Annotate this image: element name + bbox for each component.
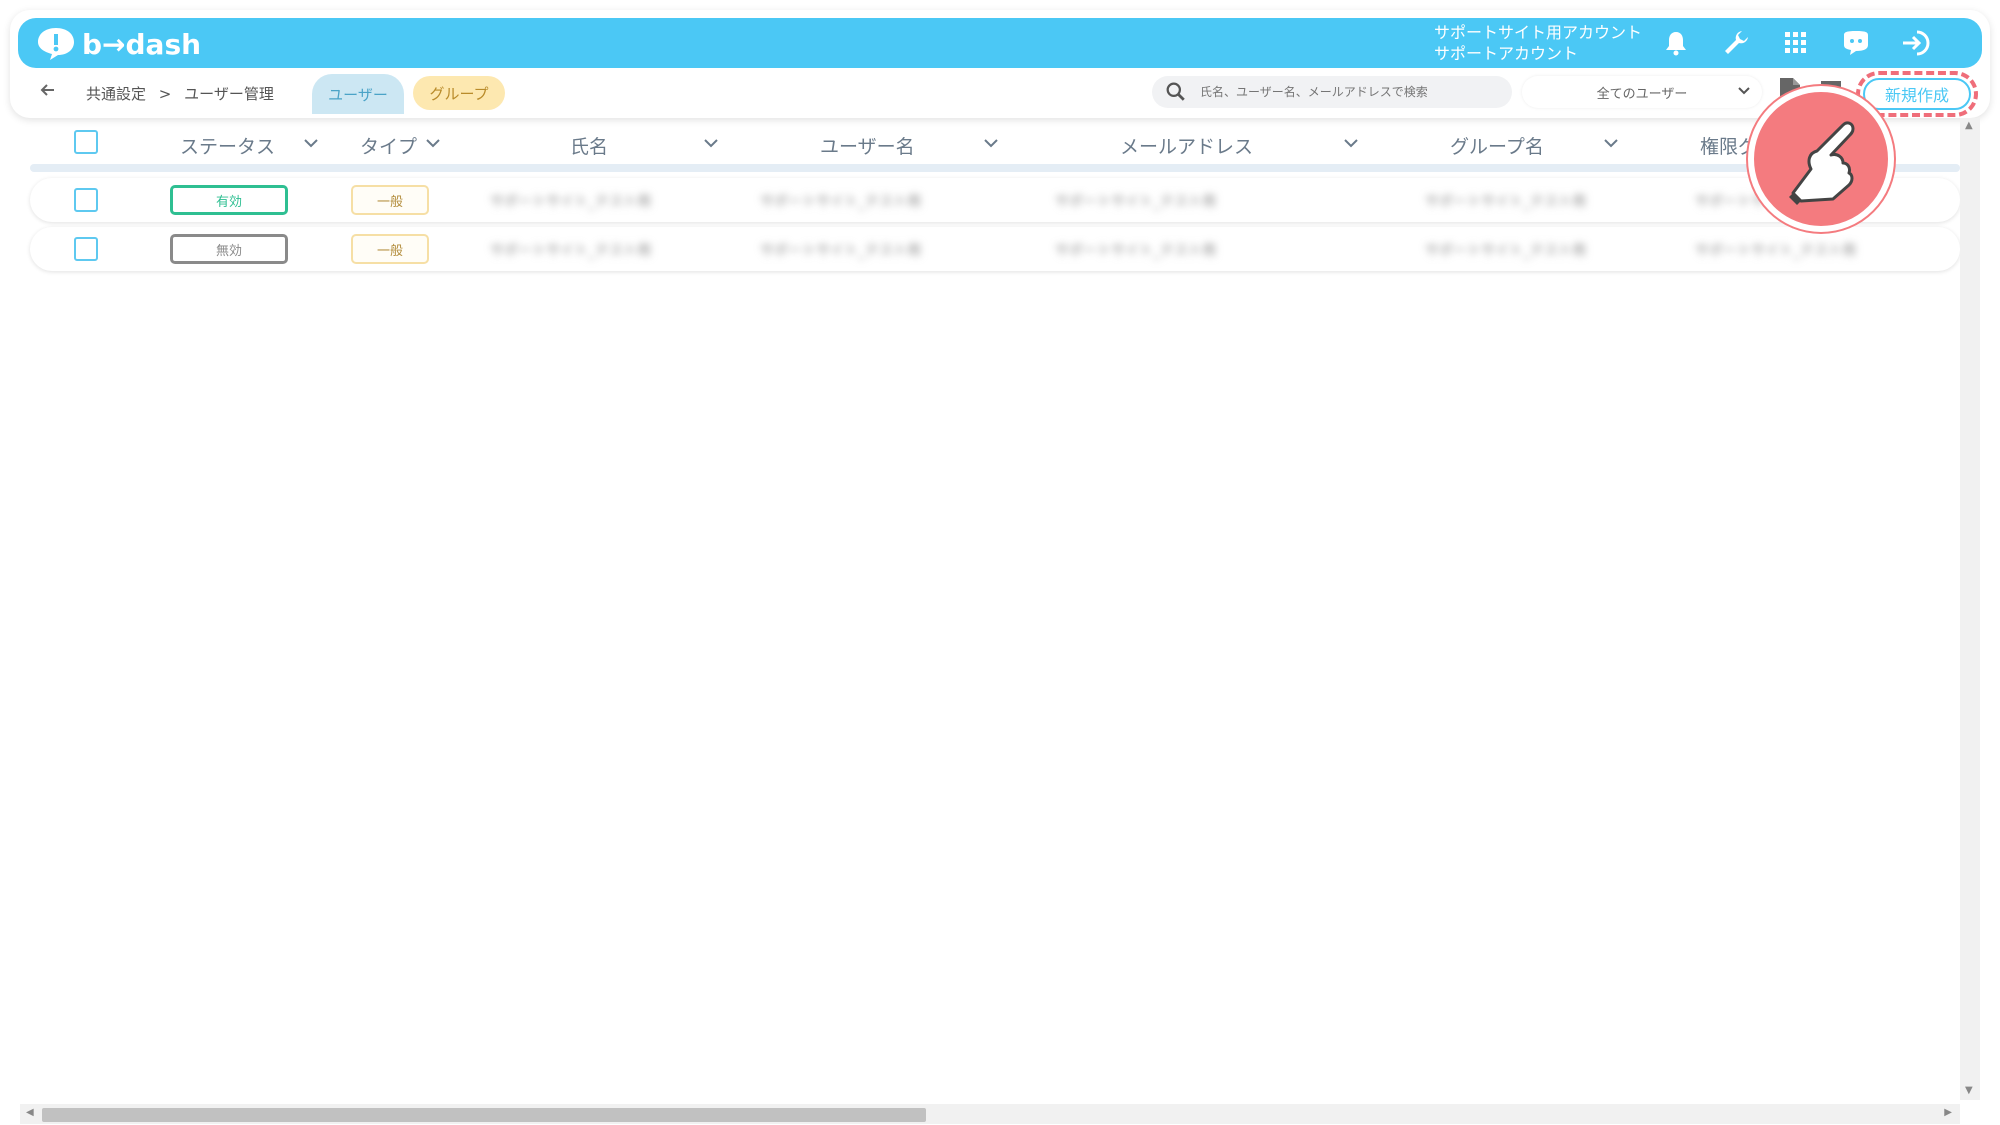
chevron-down-icon[interactable] xyxy=(702,136,720,150)
column-header-name[interactable]: 氏名 xyxy=(570,132,608,159)
select-all-checkbox[interactable] xyxy=(74,130,98,154)
table-header: ステータス タイプ 氏名 ユーザー名 メールアドレス グループ名 権限グ xyxy=(30,120,1960,164)
bell-icon[interactable] xyxy=(1660,27,1692,59)
user-table: ステータス タイプ 氏名 ユーザー名 メールアドレス グループ名 権限グ 有効 … xyxy=(30,120,1960,271)
pointing-hand-icon xyxy=(1748,86,1894,232)
new-create-button[interactable]: 新規作成 xyxy=(1856,71,1978,117)
chevron-down-icon[interactable] xyxy=(302,136,320,150)
search-input[interactable] xyxy=(1198,84,1498,100)
cell-group: サポートサイト_テスト用 xyxy=(1425,243,1586,259)
breadcrumb: 共通設定 > ユーザー管理 xyxy=(86,83,282,104)
wrench-icon[interactable] xyxy=(1720,27,1752,59)
chevron-down-icon[interactable] xyxy=(1602,136,1620,150)
status-badge: 有効 xyxy=(170,185,288,215)
cell-name: サポートサイト_テスト用 xyxy=(490,243,651,259)
breadcrumb-separator: > xyxy=(158,85,172,103)
breadcrumb-parent[interactable]: 共通設定 xyxy=(86,85,146,103)
row-checkbox[interactable] xyxy=(74,188,98,212)
logo[interactable]: b→dash xyxy=(36,24,201,64)
breadcrumb-current: ユーザー管理 xyxy=(184,85,274,103)
column-header-email[interactable]: メールアドレス xyxy=(1120,132,1253,159)
chevron-down-icon[interactable] xyxy=(982,136,1000,150)
column-header-username[interactable]: ユーザー名 xyxy=(820,132,915,159)
back-arrow-icon[interactable] xyxy=(38,80,62,104)
logo-bubble-icon xyxy=(38,28,74,60)
cell-email: サポートサイト_テスト用 xyxy=(1055,194,1216,210)
chat-bot-icon[interactable] xyxy=(1840,27,1872,59)
user-filter-select[interactable]: 全てのユーザー xyxy=(1522,76,1762,108)
tab-group[interactable]: グループ xyxy=(413,76,505,110)
cell-name: サポートサイト_テスト用 xyxy=(490,194,651,210)
column-header-type[interactable]: タイプ xyxy=(360,132,417,159)
cell-username: サポートサイト_テスト用 xyxy=(760,194,921,210)
top-bar: b→dash サポートサイト用アカウント サポートアカウント xyxy=(18,18,1982,68)
vertical-scrollbar[interactable]: ▲ ▼ xyxy=(1960,118,1980,1100)
column-header-status[interactable]: ステータス xyxy=(180,132,275,159)
tab-user[interactable]: ユーザー xyxy=(312,74,404,114)
sub-toolbar: 共通設定 > ユーザー管理 ユーザー グループ 全てのユーザー 新規作成 xyxy=(0,71,2000,117)
row-checkbox[interactable] xyxy=(74,237,98,261)
header-divider xyxy=(30,164,1960,172)
horizontal-scrollbar[interactable]: ◀ ▶ xyxy=(20,1104,1960,1124)
cell-group: サポートサイト_テスト用 xyxy=(1425,194,1586,210)
column-header-group[interactable]: グループ名 xyxy=(1450,132,1544,159)
account-subname: サポートアカウント xyxy=(1434,44,1579,63)
type-badge: 一般 xyxy=(351,234,429,264)
grid-icon[interactable] xyxy=(1780,27,1812,59)
scroll-left-icon[interactable]: ◀ xyxy=(26,1107,34,1118)
status-badge: 無効 xyxy=(170,234,288,264)
table-row[interactable]: 無効 一般 サポートサイト_テスト用 サポートサイト_テスト用 サポートサイト_… xyxy=(30,227,1960,271)
cell-username: サポートサイト_テスト用 xyxy=(760,243,921,259)
scroll-down-icon[interactable]: ▼ xyxy=(1965,1085,1973,1096)
search-box xyxy=(1152,76,1512,108)
logout-icon[interactable] xyxy=(1900,27,1932,59)
chevron-down-icon xyxy=(1738,87,1750,95)
cell-role: サポートサイト_テスト用 xyxy=(1695,243,1856,259)
account-info: サポートサイト用アカウント サポートアカウント xyxy=(1434,22,1642,64)
table-row[interactable]: 有効 一般 サポートサイト_テスト用 サポートサイト_テスト用 サポートサイト_… xyxy=(30,178,1960,222)
type-badge: 一般 xyxy=(351,185,429,215)
scroll-up-icon[interactable]: ▲ xyxy=(1965,120,1973,131)
account-name: サポートサイト用アカウント xyxy=(1434,23,1643,42)
cell-email: サポートサイト_テスト用 xyxy=(1055,243,1216,259)
search-icon xyxy=(1166,82,1185,101)
chevron-down-icon[interactable] xyxy=(1342,136,1360,150)
scroll-right-icon[interactable]: ▶ xyxy=(1944,1107,1952,1118)
user-filter-value: 全てのユーザー xyxy=(1596,86,1688,102)
chevron-down-icon[interactable] xyxy=(424,136,442,150)
brand-name: b→dash xyxy=(82,27,202,61)
horizontal-scroll-thumb[interactable] xyxy=(42,1108,926,1122)
